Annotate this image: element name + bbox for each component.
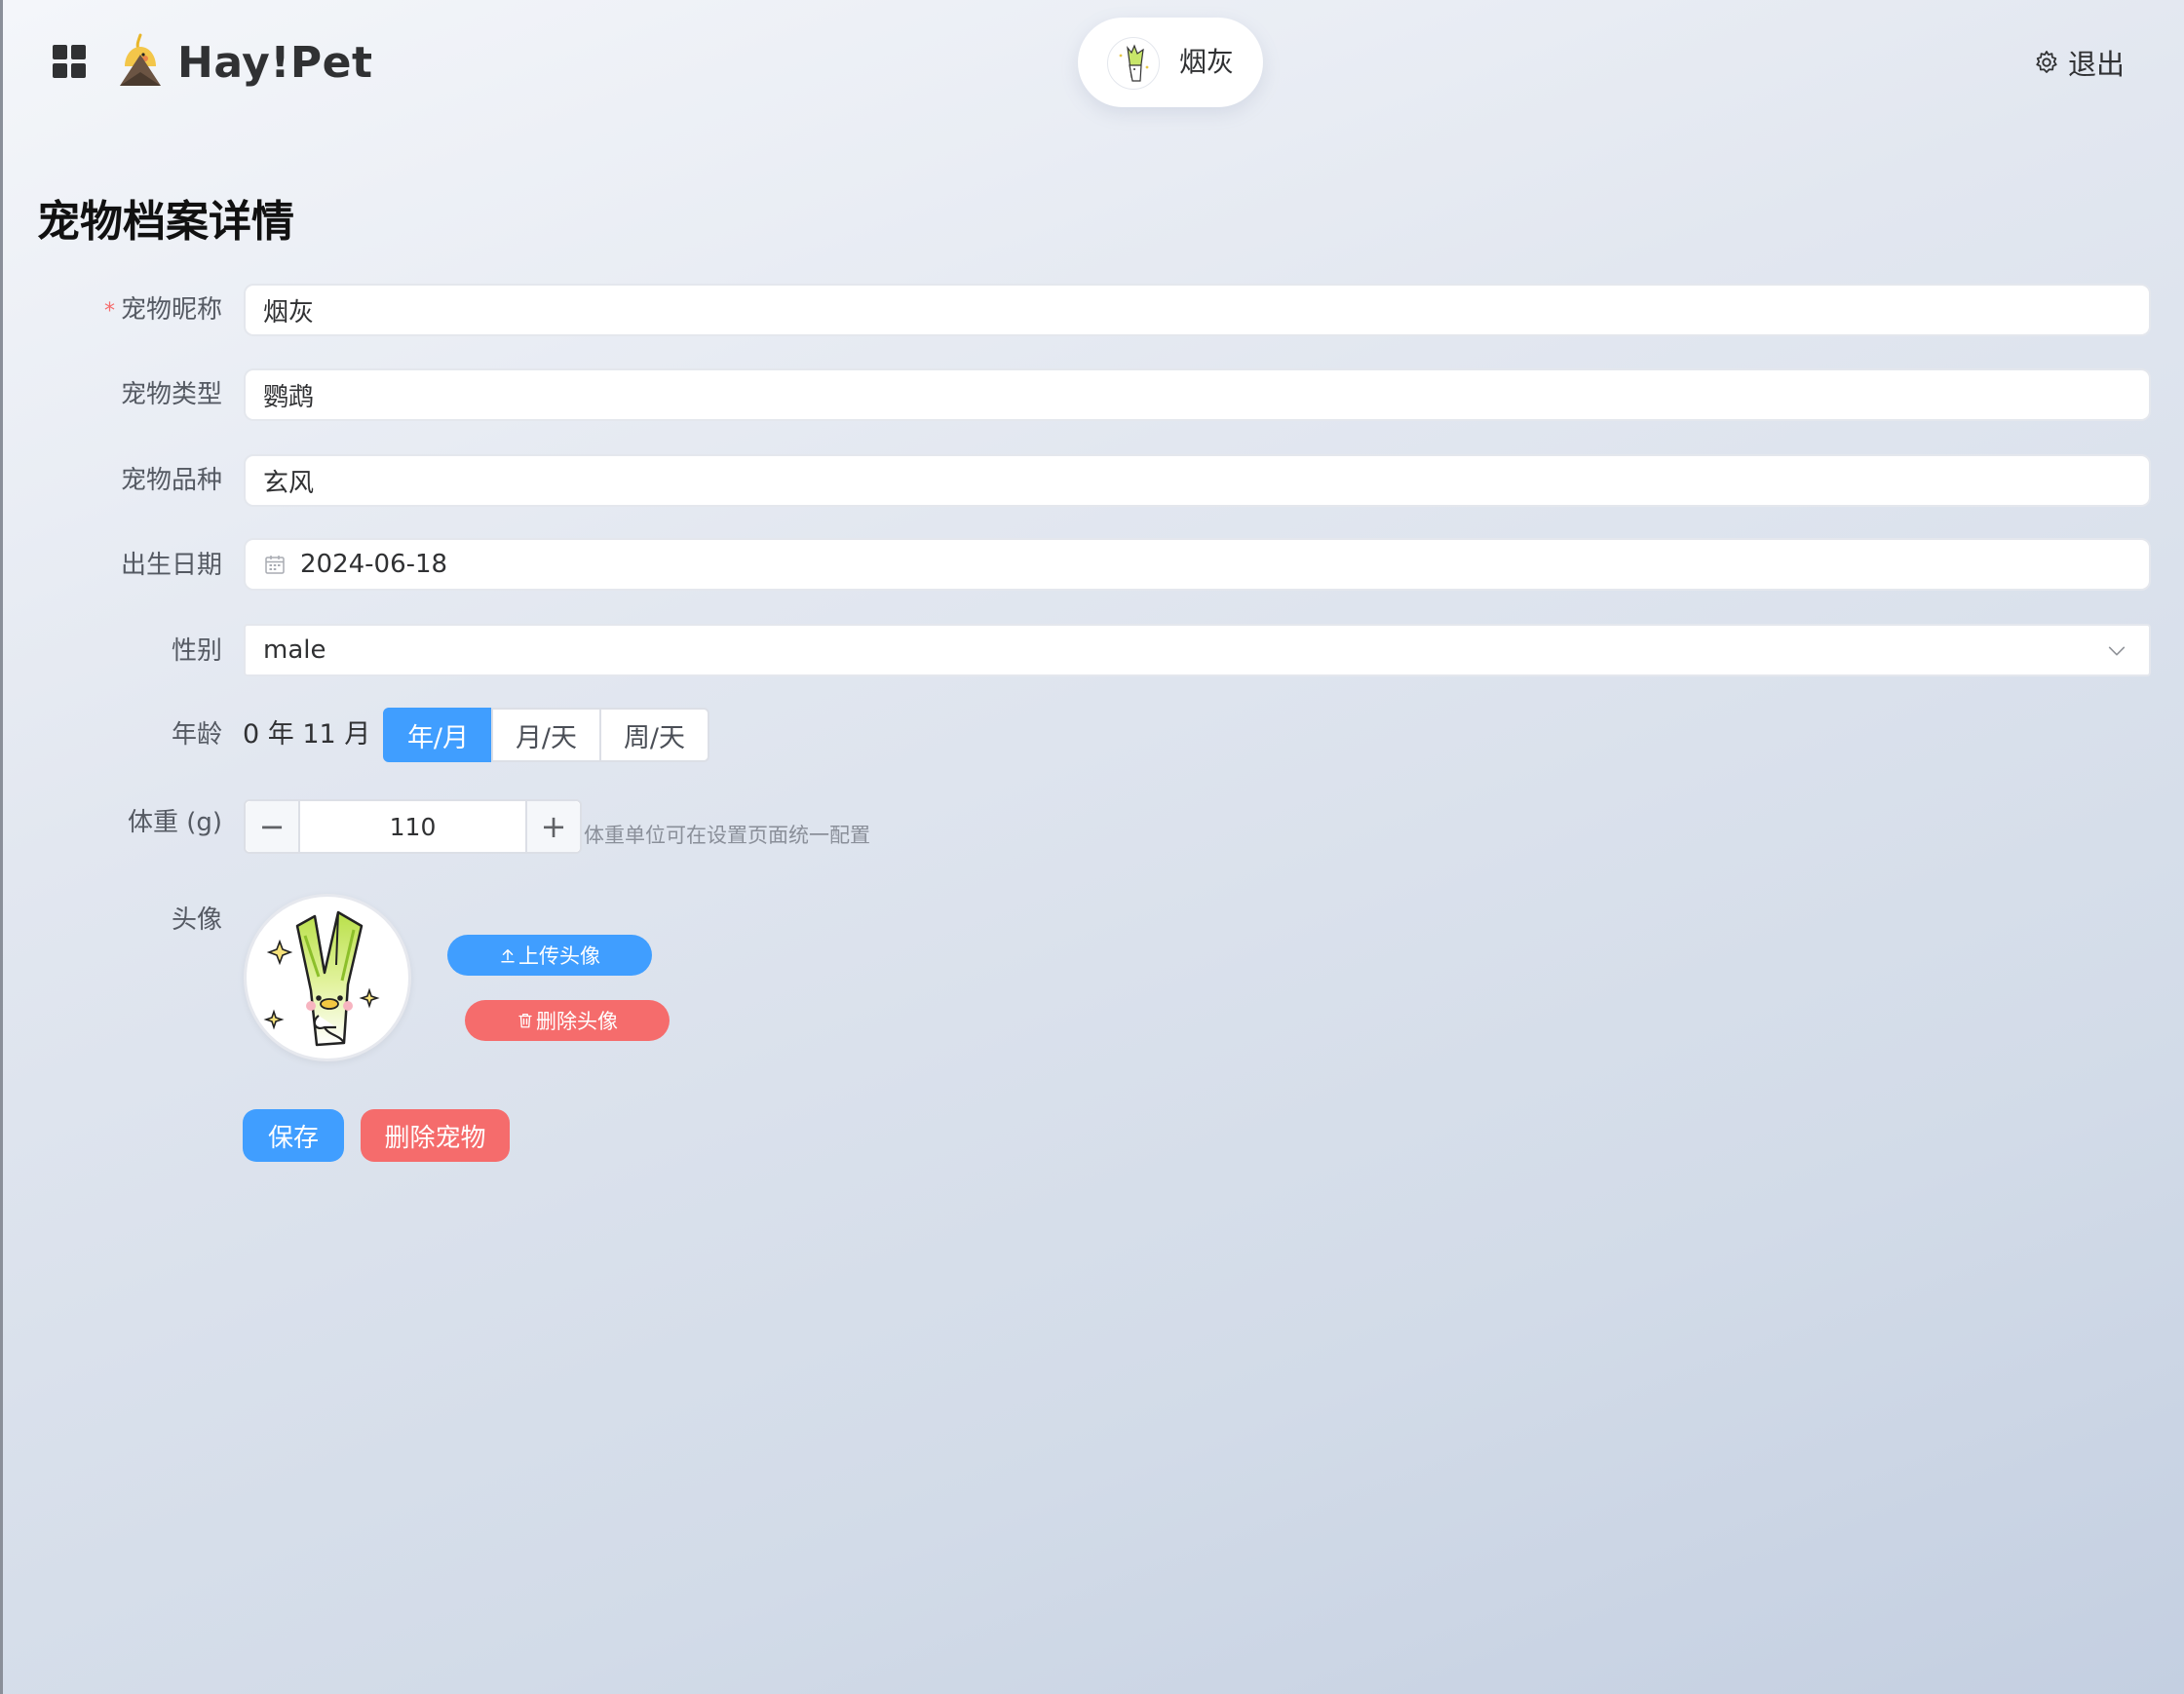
gender-select[interactable]: male: [244, 624, 2151, 676]
save-button[interactable]: 保存: [243, 1109, 344, 1162]
pet-type-label: 宠物类型: [120, 380, 222, 409]
delete-pet-button[interactable]: 删除宠物: [361, 1109, 510, 1162]
gear-icon: [2036, 51, 2057, 73]
weight-stepper: − 110 +: [244, 799, 582, 854]
page-title: 宠物档案详情: [37, 197, 294, 247]
pet-type-input[interactable]: 鹦鹉: [244, 368, 2151, 421]
current-pet-switcher[interactable]: 烟灰: [1078, 18, 1263, 107]
age-mode-week-day[interactable]: 周/天: [599, 708, 709, 762]
age-mode-year-month[interactable]: 年/月: [383, 708, 493, 762]
weight-unit-hint: 体重单位可在设置页面统一配置: [584, 824, 870, 847]
gender-value: male: [263, 635, 326, 665]
window-left-edge: [0, 0, 3, 1694]
weight-label: 体重 (g): [127, 808, 222, 837]
birthday-value: 2024-06-18: [300, 550, 448, 579]
pet-avatar-image: [244, 894, 411, 1061]
logout-button[interactable]: 退出: [2033, 43, 2125, 82]
age-mode-month-day[interactable]: 月/天: [491, 708, 601, 762]
nickname-value: 烟灰: [263, 297, 315, 327]
nickname-label: * 宠物昵称: [103, 295, 222, 325]
remove-avatar-label: 删除头像: [536, 1010, 618, 1033]
top-header: Hay!Pet 烟灰 退出: [0, 0, 2184, 136]
upload-avatar-label: 上传头像: [518, 944, 600, 968]
age-value: 0 年 11 月: [243, 719, 371, 750]
brand-name[interactable]: Hay!Pet: [177, 37, 373, 90]
weight-input[interactable]: 110: [300, 801, 525, 852]
breed-input[interactable]: 玄风: [244, 454, 2151, 507]
trash-icon: [518, 1013, 532, 1028]
app-grid-icon[interactable]: [53, 45, 86, 78]
breed-label: 宠物品种: [120, 466, 222, 495]
chevron-down-icon: [2108, 646, 2126, 656]
pet-type-value: 鹦鹉: [263, 382, 315, 412]
calendar-icon: [265, 556, 285, 574]
upload-icon: [501, 949, 515, 963]
upload-avatar-button[interactable]: 上传头像: [447, 935, 652, 976]
weight-decrement-button[interactable]: −: [246, 801, 300, 852]
birthday-label: 出生日期: [120, 551, 222, 580]
age-label: 年龄: [171, 720, 222, 750]
birthday-date-picker[interactable]: 2024-06-18: [244, 538, 2151, 591]
current-pet-name: 烟灰: [1179, 46, 1235, 78]
nickname-input[interactable]: 烟灰: [244, 284, 2151, 336]
age-unit-toggle: 年/月 月/天 周/天: [383, 708, 709, 762]
remove-avatar-button[interactable]: 删除头像: [465, 1000, 670, 1041]
weight-increment-button[interactable]: +: [525, 801, 580, 852]
cockatiel-logo-icon: [120, 33, 161, 86]
breed-value: 玄风: [263, 468, 315, 498]
gender-label: 性别: [171, 636, 222, 666]
required-mark: *: [103, 299, 115, 324]
logout-label: 退出: [2068, 48, 2126, 81]
avatar-label: 头像: [171, 905, 222, 935]
pet-mini-avatar: [1107, 37, 1160, 90]
